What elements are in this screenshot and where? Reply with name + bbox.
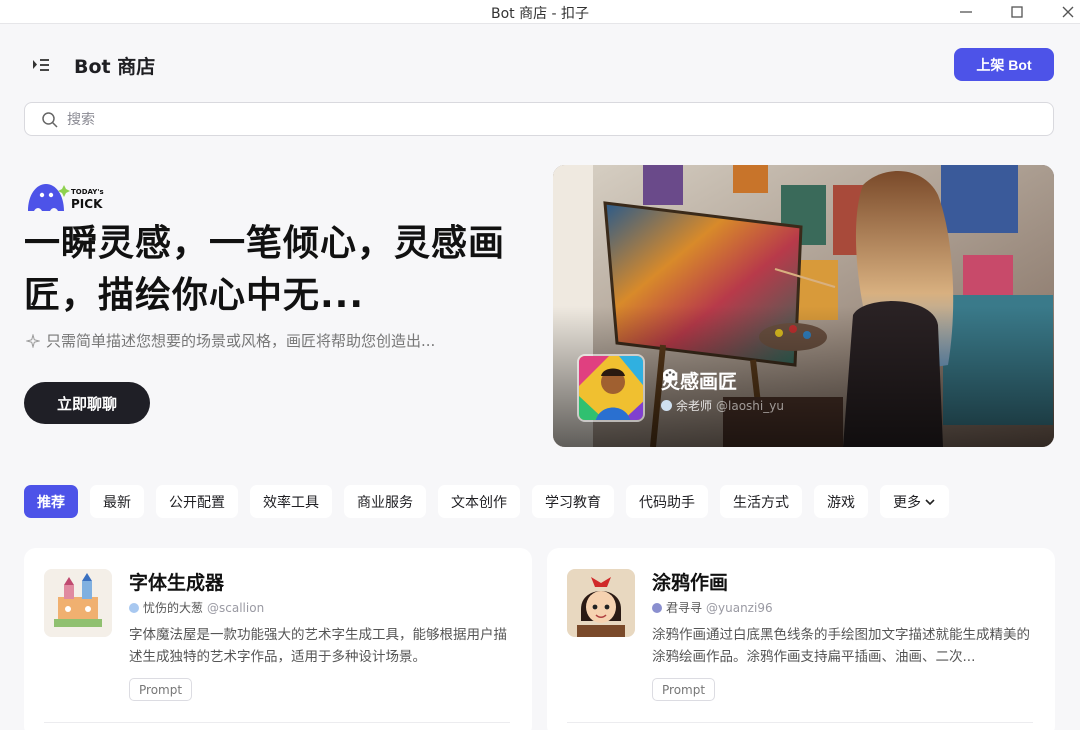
bot-card[interactable]: 字体生成器 忧伤的大葱 @scallion 字体魔法屋是一款功能强大的艺术字生成… — [24, 548, 532, 730]
category-tabs: 推荐 最新 公开配置 效率工具 商业服务 文本创作 学习教育 代码助手 生活方式… — [24, 485, 949, 519]
featured-bot-avatar — [577, 354, 645, 422]
page-title: Bot 商店 — [74, 56, 156, 78]
hero-title: 一瞬灵感，一笔倾心，灵感画匠，描绘你心中无... — [24, 223, 506, 316]
bot-card-author: 君寻寻 @yuanzi96 — [652, 599, 773, 616]
palette-icon — [663, 369, 677, 383]
search-box[interactable] — [24, 102, 1054, 136]
bot-card-author-handle: @yuanzi96 — [706, 600, 773, 615]
bot-card-name: 涂鸦作画 — [652, 572, 729, 594]
close-button[interactable] — [1057, 2, 1079, 22]
chevron-down-icon — [925, 498, 935, 505]
hero-subtitle: 只需简单描述您想要的场景或风格，画匠将帮助您创造出... — [26, 330, 435, 351]
bot-card-name: 字体生成器 — [129, 572, 225, 594]
tab-business[interactable]: 商业服务 — [344, 485, 426, 518]
todays-pick-label-top: TODAY's — [71, 188, 104, 196]
author-avatar-icon — [652, 602, 662, 613]
bot-card-type-badge: Prompt — [652, 678, 716, 701]
featured-bot-avatar-image — [579, 356, 643, 420]
maximize-icon — [1011, 6, 1023, 18]
bot-card-author-name: 君寻寻 — [666, 601, 703, 615]
chat-now-button[interactable]: 立即聊聊 — [24, 382, 150, 424]
tab-writing[interactable]: 文本创作 — [438, 485, 520, 518]
minimize-button[interactable] — [955, 2, 977, 22]
todays-pick-label-bottom: PICK — [71, 197, 103, 211]
sidebar-toggle-icon[interactable] — [30, 54, 52, 76]
card-divider — [567, 722, 1033, 723]
featured-bot-banner[interactable]: 灵感画匠 余老师 @laoshi_yu — [553, 165, 1054, 447]
bot-card-type-badge: Prompt — [129, 678, 193, 701]
tab-lifestyle[interactable]: 生活方式 — [720, 485, 802, 518]
bot-card-author-name: 忧伤的大葱 — [143, 601, 204, 615]
bot-card-description: 涂鸦作画通过白底黑色线条的手绘图加文字描述就能生成精美的涂鸦绘画作品。涂鸦作画支… — [652, 627, 1030, 665]
featured-bot-name: 灵感画匠 — [661, 367, 737, 394]
window-title: Bot 商店 - 扣子 — [490, 6, 590, 22]
author-avatar-icon — [661, 400, 672, 411]
search-icon — [42, 112, 58, 128]
bot-card[interactable]: 涂鸦作画 君寻寻 @yuanzi96 涂鸦作画通过白底黑色线条的手绘图加文字描述… — [547, 548, 1055, 730]
tab-recommended[interactable]: 推荐 — [24, 485, 78, 518]
sparkle-icon — [26, 333, 40, 348]
bot-card-thumbnail — [44, 569, 112, 637]
featured-author-handle: @laoshi_yu — [716, 398, 784, 413]
close-icon — [1062, 6, 1074, 18]
tab-more[interactable]: 更多 — [880, 485, 949, 518]
tab-education[interactable]: 学习教育 — [532, 485, 614, 518]
hero-subtitle-text: 只需简单描述您想要的场景或风格，画匠将帮助您创造出... — [46, 332, 436, 350]
maximize-button[interactable] — [1006, 2, 1028, 22]
todays-pick-logo: TODAY's PICK — [26, 181, 116, 213]
card-divider — [44, 722, 510, 723]
bot-card-author: 忧伤的大葱 @scallion — [129, 599, 264, 616]
tab-productivity[interactable]: 效率工具 — [250, 485, 332, 518]
doodle-girl-image — [567, 569, 635, 637]
author-avatar-icon — [129, 602, 139, 613]
tab-latest[interactable]: 最新 — [90, 485, 144, 518]
window-titlebar: Bot 商店 - 扣子 — [0, 0, 1080, 24]
tab-public-config[interactable]: 公开配置 — [156, 485, 238, 518]
featured-bot-author: 余老师 @laoshi_yu — [661, 397, 784, 414]
tab-more-label: 更多 — [893, 494, 921, 511]
minimize-icon — [960, 11, 972, 13]
bot-card-thumbnail — [567, 569, 635, 637]
search-input[interactable] — [67, 109, 1027, 131]
featured-author-name: 余老师 — [676, 399, 713, 413]
publish-bot-button[interactable]: 上架 Bot — [954, 48, 1054, 81]
tab-code-assistant[interactable]: 代码助手 — [626, 485, 708, 518]
bot-card-description: 字体魔法屋是一款功能强大的艺术字生成工具，能够根据用户描述生成独特的艺术字作品，… — [129, 627, 507, 665]
bot-card-author-handle: @scallion — [207, 600, 265, 615]
tab-games[interactable]: 游戏 — [814, 485, 868, 518]
font-castle-image — [44, 569, 112, 637]
